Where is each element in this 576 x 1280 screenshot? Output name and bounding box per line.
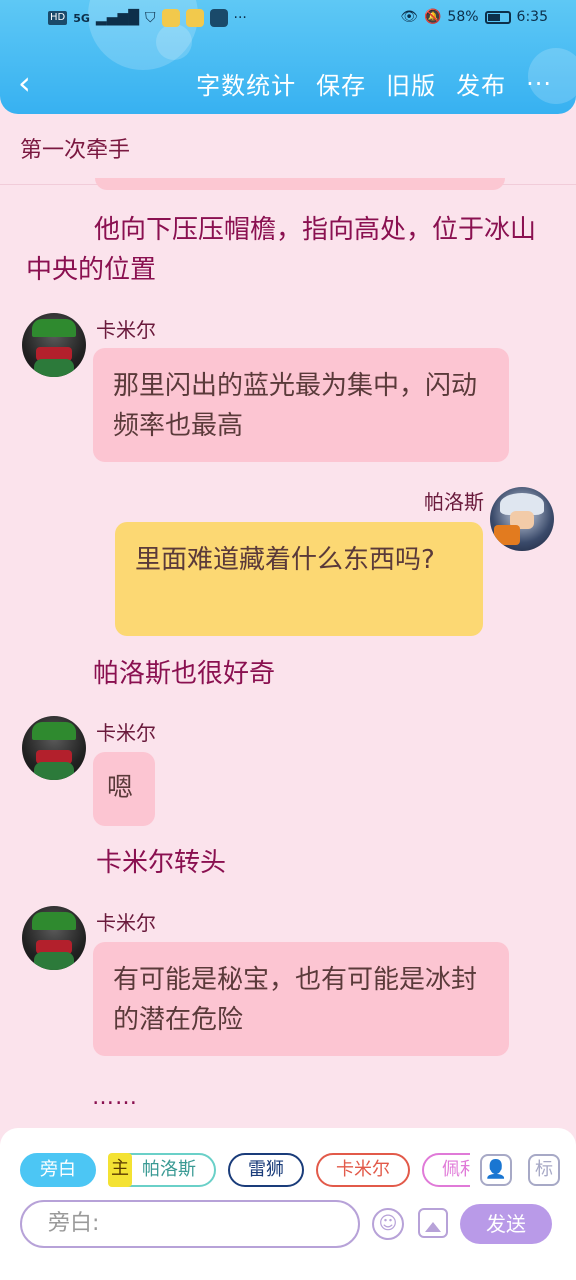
- narration: 帕洛斯也很好奇: [93, 659, 276, 689]
- app-icon: [209, 9, 228, 27]
- save-button[interactable]: 保存: [316, 66, 366, 101]
- chip-palos[interactable]: 主帕洛斯: [108, 1153, 216, 1187]
- chip-peili[interactable]: 佩利: [422, 1153, 470, 1187]
- app-header: HD 5G ▂▄▆█ ⛉ ··· 👁 🔕 58% 6:35 ‹ 字数统计 保存 …: [0, 0, 576, 114]
- 5g-indicator: 5G: [73, 11, 90, 25]
- narration: ……: [92, 1085, 138, 1110]
- send-button[interactable]: 发送: [460, 1204, 552, 1244]
- battery-icon: [484, 10, 511, 24]
- chip-leishi[interactable]: 雷狮: [228, 1153, 304, 1187]
- publish-button[interactable]: 发布: [456, 66, 506, 101]
- speaker-name: 帕洛斯: [424, 490, 484, 514]
- word-count-button[interactable]: 字数统计: [196, 66, 296, 101]
- avatar-palos[interactable]: [490, 487, 554, 551]
- signal-icon: ▂▄▆█: [95, 10, 139, 26]
- tag-button[interactable]: 标: [528, 1154, 560, 1186]
- message-input[interactable]: 旁白:: [20, 1200, 360, 1248]
- speaker-name: 卡米尔: [96, 911, 156, 935]
- weibo-icon: [185, 9, 204, 27]
- hd-indicator: HD: [48, 11, 68, 25]
- chip-label: 帕洛斯: [142, 1159, 196, 1180]
- chevron-left-icon[interactable]: ‹: [18, 64, 31, 102]
- add-character-icon[interactable]: 👤: [480, 1154, 512, 1186]
- avatar-kamir[interactable]: [22, 313, 86, 377]
- battery-percent: 58%: [447, 9, 479, 25]
- previous-bubble: [95, 178, 505, 190]
- more-notifications-icon: ···: [233, 10, 247, 26]
- story-title[interactable]: 第一次牵手: [20, 132, 130, 164]
- narration: 卡米尔转头: [96, 848, 227, 878]
- avatar-kamir[interactable]: [22, 906, 86, 970]
- speaker-name: 卡米尔: [96, 318, 156, 342]
- composer: 旁白 主帕洛斯 雷狮 卡米尔 佩利 👤 标 旁白: ☺ 发送: [0, 1128, 576, 1280]
- toolbar: ‹ 字数统计 保存 旧版 发布 ···: [0, 58, 576, 108]
- mute-icon: 🔕: [423, 9, 442, 25]
- old-version-button[interactable]: 旧版: [386, 66, 436, 101]
- chip-narrator[interactable]: 旁白: [20, 1153, 96, 1187]
- image-icon[interactable]: [418, 1208, 448, 1238]
- emoji-icon[interactable]: ☺: [372, 1208, 404, 1240]
- clock: 6:35: [516, 9, 548, 25]
- message-bubble[interactable]: 那里闪出的蓝光最为集中，闪动频率也最高: [93, 348, 509, 462]
- more-icon[interactable]: ···: [526, 70, 552, 98]
- eye-icon: 👁: [400, 9, 418, 25]
- message-bubble[interactable]: 嗯: [93, 752, 155, 826]
- main-character-tag: 主: [108, 1153, 132, 1187]
- status-bar: HD 5G ▂▄▆█ ⛉ ··· 👁 🔕 58% 6:35: [0, 0, 576, 38]
- narration: 他向下压压帽檐，指向高处，位于冰山中央的位置: [26, 215, 537, 285]
- character-chip-list: 旁白 主帕洛斯 雷狮 卡米尔 佩利: [20, 1152, 470, 1188]
- speaker-name: 卡米尔: [96, 721, 156, 745]
- message-bubble[interactable]: 里面难道藏着什么东西吗?: [115, 522, 483, 636]
- story-title-bar: 第一次牵手: [0, 114, 576, 185]
- avatar-kamir[interactable]: [22, 716, 86, 780]
- shield-icon: ⛉: [145, 10, 156, 26]
- message-bubble[interactable]: 有可能是秘宝，也有可能是冰封的潜在危险: [93, 942, 509, 1056]
- weibo-icon: [161, 9, 180, 27]
- chip-kamir[interactable]: 卡米尔: [316, 1153, 410, 1187]
